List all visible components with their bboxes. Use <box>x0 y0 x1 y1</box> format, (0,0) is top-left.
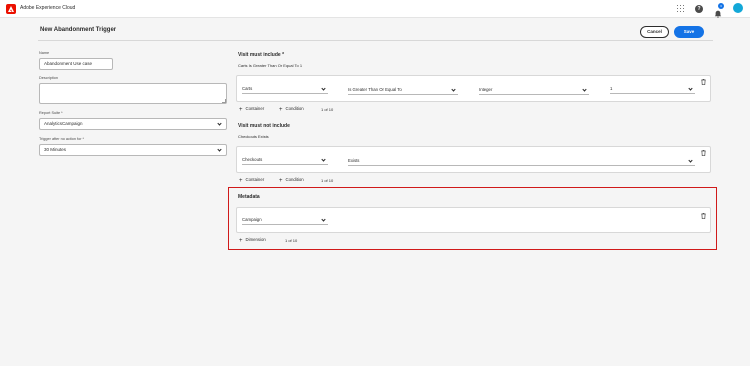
add-condition-button[interactable]: + Condition <box>279 106 304 113</box>
plus-icon: + <box>279 177 283 184</box>
resize-handle-icon[interactable] <box>222 99 226 103</box>
avatar[interactable] <box>733 3 743 13</box>
exclude-operator-value: Exists <box>348 158 360 163</box>
include-condition-card: Carts Is Greater Than Or Equal To Intege… <box>236 75 711 102</box>
report-suite-select[interactable]: AnalyticsCampaign <box>39 118 227 130</box>
exclude-operator-select[interactable]: Exists <box>348 157 695 166</box>
chevron-down-icon <box>321 86 326 91</box>
include-title: Visit must include * <box>238 52 285 58</box>
top-bar: Adobe Experience Cloud ? 3 <box>0 0 750 18</box>
include-value-field[interactable]: 1 <box>610 85 695 94</box>
name-label: Name <box>39 51 50 55</box>
chevron-down-icon <box>688 86 693 91</box>
plus-icon: + <box>239 106 243 113</box>
app-title[interactable]: Adobe Experience Cloud <box>20 5 75 11</box>
metadata-card: Campaign <box>236 207 711 233</box>
trash-icon[interactable] <box>701 213 706 219</box>
include-operator-select[interactable]: Is Greater Than Or Equal To <box>348 86 458 95</box>
exclude-dimension-value: Checkouts <box>242 157 263 162</box>
plus-icon: + <box>239 237 243 244</box>
page-title: New Abandonment Trigger <box>40 27 117 33</box>
metadata-title: Metadata <box>238 194 260 200</box>
chevron-down-icon <box>688 158 693 163</box>
metadata-dimension-value: Campaign <box>242 217 262 222</box>
include-type-select[interactable]: Integer <box>479 86 589 95</box>
adobe-logo-icon[interactable] <box>6 4 16 14</box>
include-operator-value: Is Greater Than Or Equal To <box>348 87 402 92</box>
include-dimension-value: Carts <box>242 86 253 91</box>
add-condition-label: Condition <box>285 106 304 111</box>
plus-icon: + <box>239 177 243 184</box>
exclude-summary: Checkouts Exists <box>238 134 269 139</box>
save-button[interactable]: Save <box>674 26 704 38</box>
trigger-select[interactable]: 30 Minutes <box>39 144 227 156</box>
add-dimension-label: Dimension <box>245 237 266 242</box>
add-condition-button[interactable]: + Condition <box>279 177 304 184</box>
add-container-label: Container <box>245 177 265 182</box>
chevron-down-icon <box>582 87 587 92</box>
include-dimension-select[interactable]: Carts <box>242 85 328 94</box>
chevron-down-icon <box>451 87 456 92</box>
apps-grid-icon[interactable] <box>676 4 686 14</box>
include-value: 1 <box>610 86 613 91</box>
exclude-condition-card: Checkouts Exists <box>236 146 711 173</box>
include-type-value: Integer <box>479 87 493 92</box>
include-summary: Carts Is Greater Than Or Equal To 1 <box>238 63 303 68</box>
include-count: 1 of 10 <box>321 107 334 112</box>
report-suite-label: Report Suite * <box>39 111 63 115</box>
notification-badge: 3 <box>718 3 724 9</box>
add-condition-label: Condition <box>285 177 304 182</box>
trash-icon[interactable] <box>701 79 706 85</box>
exclude-count: 1 of 10 <box>321 178 334 183</box>
description-label: Description <box>39 76 58 80</box>
header-divider <box>38 40 713 41</box>
help-icon[interactable]: ? <box>695 5 703 13</box>
exclude-dimension-select[interactable]: Checkouts <box>242 156 328 165</box>
plus-icon: + <box>279 106 283 113</box>
add-container-button[interactable]: + Container <box>239 177 264 184</box>
metadata-dimension-select[interactable]: Campaign <box>242 216 328 225</box>
exclude-title: Visit must not include <box>238 123 290 129</box>
trash-icon[interactable] <box>701 150 706 156</box>
chevron-down-icon <box>321 157 326 162</box>
add-dimension-button[interactable]: + Dimension <box>239 237 266 244</box>
add-container-label: Container <box>245 106 265 111</box>
report-suite-value: AnalyticsCampaign <box>44 121 83 126</box>
trigger-value: 30 Minutes <box>44 147 67 152</box>
description-field[interactable] <box>39 83 227 104</box>
chevron-down-icon <box>321 217 326 222</box>
cancel-button[interactable]: Cancel <box>640 26 669 38</box>
metadata-count: 1 of 10 <box>285 238 298 243</box>
name-field[interactable]: Abandonment Use case <box>39 58 113 70</box>
add-container-button[interactable]: + Container <box>239 106 264 113</box>
trigger-label: Trigger after no action for * <box>39 137 85 141</box>
